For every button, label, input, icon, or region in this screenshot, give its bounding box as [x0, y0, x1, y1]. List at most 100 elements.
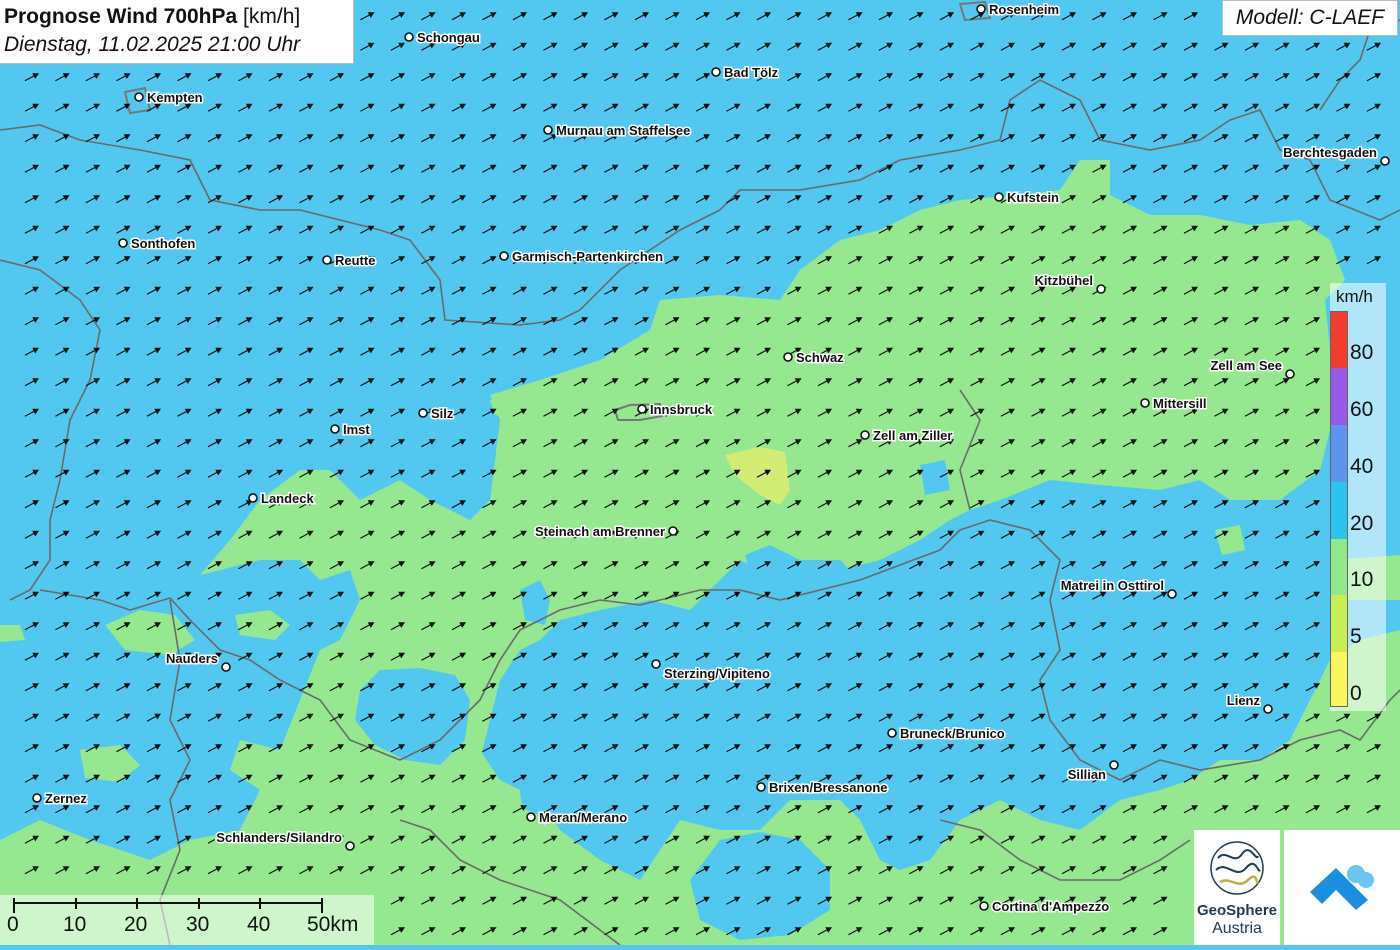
city-label: Imst [343, 422, 370, 437]
legend-segment-80 [1331, 312, 1347, 368]
city-label: Mittersill [1153, 396, 1206, 411]
geosphere-emblem-icon [1210, 841, 1264, 895]
city-dot-icon [1285, 369, 1295, 379]
wind-map: Rosenheim Schongau Bad Tölz Kempten Murnau a… [0, 0, 1400, 945]
city-dot-icon [860, 430, 870, 440]
city-marker: Rosenheim [976, 1, 1061, 19]
city-label: Berchtesgaden [1283, 145, 1377, 160]
city-label: Nauders [166, 651, 218, 666]
city-dot-icon [543, 125, 553, 135]
city-label: Meran/Merano [539, 810, 627, 825]
legend-label-0: 0 [1350, 682, 1362, 705]
legend-segment-20 [1331, 482, 1347, 539]
city-dot-icon [1140, 398, 1150, 408]
city-dot-icon [756, 782, 766, 792]
city-dot-icon [248, 493, 258, 503]
city-marker: Zell am Ziller [860, 427, 954, 445]
city-label: Brixen/Bressanone [769, 780, 888, 795]
city-dot-icon [1109, 760, 1119, 770]
scale-label-50km: 50km [307, 913, 359, 936]
city-dot-icon [637, 404, 647, 414]
legend-segment-60 [1331, 368, 1347, 425]
city-label: Murnau am Staffelsee [556, 123, 690, 138]
title-box: Prognose Wind 700hPa [km/h] Dienstag, 11… [0, 0, 354, 64]
cloud-mountain-icon [1310, 865, 1374, 910]
city-label: Kempten [147, 90, 203, 105]
geosphere-logo: GeoSphere Austria [1194, 830, 1280, 945]
city-label: Zell am See [1210, 358, 1282, 373]
city-dot-icon [499, 251, 509, 261]
city-dot-icon [32, 793, 42, 803]
legend-label-40: 40 [1350, 455, 1374, 478]
legend-label-10: 10 [1350, 568, 1374, 591]
scale-label-30: 30 [186, 913, 210, 936]
city-dot-icon [330, 424, 340, 434]
model-label: Modell: C-LAEF [1222, 0, 1398, 36]
city-label: Garmisch-Partenkirchen [512, 249, 663, 264]
city-dot-icon [976, 4, 986, 14]
city-label: Schwaz [796, 350, 844, 365]
city-label: Schlanders/Silandro [216, 830, 342, 845]
city-dot-icon [711, 67, 721, 77]
geosphere-name: GeoSphere [1196, 902, 1278, 919]
city-dot-icon [118, 238, 128, 248]
legend-label-5: 5 [1350, 625, 1362, 648]
city-dot-icon [1167, 589, 1177, 599]
weather-app-logo [1284, 830, 1400, 945]
city-label: Landeck [261, 491, 315, 506]
city-dot-icon [322, 255, 332, 265]
city-dot-icon [979, 901, 989, 911]
city-label: Kufstein [1007, 190, 1059, 205]
city-dot-icon [1380, 156, 1390, 166]
city-dot-icon [221, 662, 231, 672]
map-title-main: Prognose Wind 700hPa [4, 5, 238, 28]
legend-unit: km/h [1336, 287, 1373, 306]
city-label: Zell am Ziller [873, 428, 952, 443]
city-dot-icon [1263, 704, 1273, 714]
city-dot-icon [134, 92, 144, 102]
legend-segment-5 [1331, 595, 1347, 652]
city-marker: Cortina d'Ampezzo [979, 898, 1111, 916]
city-dot-icon [668, 526, 678, 536]
city-label: Reutte [335, 253, 375, 268]
city-marker: Meran/Merano [526, 809, 629, 827]
city-dot-icon [526, 812, 536, 822]
forecast-datetime: Dienstag, 11.02.2025 21:00 Uhr [4, 33, 301, 56]
legend-color-bar [1330, 311, 1348, 707]
city-label: Sillian [1068, 767, 1106, 782]
city-label: Steinach am Brenner [535, 524, 665, 539]
city-label: Silz [431, 406, 454, 421]
city-marker: Schongau [404, 29, 481, 47]
city-label: Bruneck/Brunico [900, 726, 1005, 741]
city-label: Cortina d'Ampezzo [992, 899, 1109, 914]
legend-segment-40 [1331, 425, 1347, 482]
city-label: Rosenheim [989, 2, 1059, 17]
city-label: Zernez [45, 791, 87, 806]
city-marker: Bruneck/Brunico [887, 725, 1006, 743]
city-dot-icon [651, 659, 661, 669]
scale-label-0: 0 [7, 913, 19, 936]
city-label: Sterzing/Vipiteno [664, 666, 770, 681]
city-dot-icon [345, 841, 355, 851]
city-marker: Innsbruck [637, 401, 714, 419]
scale-label-20: 20 [124, 913, 148, 936]
map-title: Prognose Wind 700hPa [km/h] [4, 3, 353, 31]
legend-label-20: 20 [1350, 512, 1374, 535]
city-label: Kitzbühel [1035, 273, 1094, 288]
city-label: Innsbruck [650, 402, 713, 417]
city-marker: Steinach am Brenner [533, 523, 678, 541]
city-dot-icon [1096, 284, 1106, 294]
wind-field-blue-patch [920, 460, 950, 495]
legend-label-80: 80 [1350, 341, 1374, 364]
legend-segment-10 [1331, 539, 1347, 595]
geosphere-country: Austria [1212, 920, 1262, 937]
city-dot-icon [404, 32, 414, 42]
city-dot-icon [418, 408, 428, 418]
map-title-unit: [km/h] [243, 5, 301, 28]
city-label: Lienz [1227, 693, 1261, 708]
city-marker: Brixen/Bressanone [756, 779, 889, 797]
city-dot-icon [887, 728, 897, 738]
legend-segment-0 [1331, 652, 1347, 706]
city-label: Matrei in Osttirol [1061, 578, 1164, 593]
city-dot-icon [783, 352, 793, 362]
